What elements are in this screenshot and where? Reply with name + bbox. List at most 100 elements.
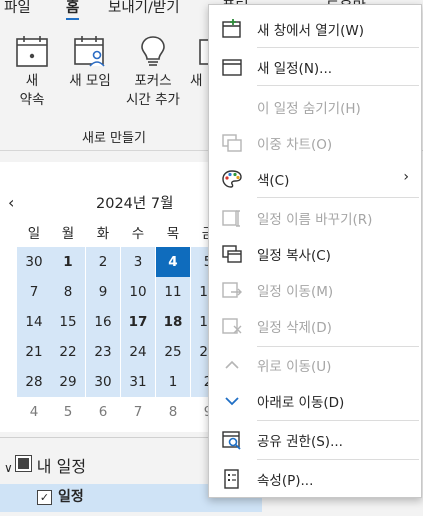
move-calendar-icon [222,282,242,298]
context-menu: 새 창에서 열기(W) 새 일정(N)... 이 일정 숨기기(H) 이중 차트… [208,4,422,498]
calendar-day-next-month[interactable]: 5 [51,397,85,427]
menu-new-calendar[interactable]: 새 일정(N)... [209,52,421,82]
calendar-icon [222,59,242,76]
menu-label: 공유 권한(S)... [257,434,343,450]
calendar-day[interactable]: 30 [86,367,120,397]
calendar-day-next-month[interactable]: 7 [121,397,155,427]
new-window-icon [222,19,241,38]
tab-home[interactable]: 홈 [66,0,80,20]
collapse-chevron-icon[interactable]: ∨ [4,461,13,475]
menu-separator [257,197,419,198]
chevron-up-icon [225,360,239,369]
menu-label: 일정 이동(M) [257,284,334,300]
weekday-label: 수 [131,226,145,242]
share-permissions-icon [222,431,241,450]
overlay-calendar-icon [222,134,242,152]
menu-separator [257,459,419,460]
my-calendars-label: 내 일정 [36,457,87,476]
calendar-day[interactable]: 1 [51,247,85,277]
copy-calendar-icon [222,245,242,263]
partial-button-label: 새 [190,73,203,89]
calendar-day[interactable]: 30 [17,247,51,277]
calendar-day-next-month[interactable]: 8 [156,397,190,427]
group-checkbox-icon[interactable] [14,455,32,472]
properties-icon [224,469,239,489]
calendar-day[interactable]: 2 [86,247,120,277]
menu-label: 일정 이름 바꾸기(R) [257,212,373,228]
rename-icon [222,210,240,227]
tab-send-receive[interactable]: 보내기/받기 [108,0,180,17]
calendar-day[interactable]: 29 [51,367,85,397]
new-appointment-button[interactable]: 새 약속 [8,34,56,110]
menu-color[interactable]: 색(C) › [209,164,421,194]
calendar-day[interactable]: 15 [51,307,85,337]
menu-delete-calendar[interactable]: 일정 삭제(D) [209,311,421,341]
calendar-day[interactable]: 10 [121,277,155,307]
new-meeting-button[interactable]: 새 모임 [62,34,118,91]
my-calendars-header[interactable]: ∨ 내 일정 [4,453,86,477]
lightbulb-icon [141,36,165,66]
calendar-day[interactable]: 24 [121,337,155,367]
calendar-day[interactable]: 22 [51,337,85,367]
menu-label: 일정 복사(C) [257,248,331,264]
palette-icon [222,170,242,188]
menu-separator [257,346,419,347]
calendar-day-next-month[interactable]: 6 [86,397,120,427]
menu-overlay[interactable]: 이중 차트(O) [209,128,421,158]
menu-label: 새 창에서 열기(W) [257,23,364,39]
menu-label: 색(C) [257,173,290,189]
calendar-people-icon [74,36,105,67]
menu-hide-calendar[interactable]: 이 일정 숨기기(H) [209,92,421,122]
calendar-day[interactable]: 23 [86,337,120,367]
calendar-day[interactable]: 9 [86,277,120,307]
ribbon-group-label: 새로 만들기 [82,131,146,146]
add-focus-time-line2: 시간 추가 [126,92,180,108]
menu-label: 일정 삭제(D) [257,320,332,336]
chevron-down-icon [225,397,239,406]
add-focus-time-line1: 포커스 [134,73,172,89]
calendar-day[interactable]: 3 [121,247,155,277]
calendar-day-next-month[interactable]: 4 [17,397,51,427]
calendar-day[interactable]: 18 [156,307,190,337]
menu-label: 새 일정(N)... [257,61,333,77]
menu-copy-calendar[interactable]: 일정 복사(C) [209,239,421,269]
menu-move-down[interactable]: 아래로 이동(D) [209,386,421,416]
calendar-day[interactable]: 1 [156,367,190,397]
calendar-day[interactable]: 31 [121,367,155,397]
weekday-label: 월 [61,226,75,242]
partial-icon [199,39,210,65]
prev-month-button[interactable]: ‹ [8,193,14,212]
submenu-arrow-icon: › [403,169,409,185]
add-focus-time-button[interactable]: 포커스 시간 추가 [118,34,188,110]
calendar-day-today[interactable]: 4 [156,247,190,277]
calendar-item-label: 일정 [58,489,84,505]
tab-file[interactable]: 파일 [4,0,31,17]
new-appointment-line1: 새 [25,73,39,89]
calendar-day[interactable]: 16 [86,307,120,337]
calendar-day[interactable]: 7 [17,277,51,307]
menu-properties[interactable]: 속성(P)... [209,464,421,494]
menu-open-new-window[interactable]: 새 창에서 열기(W) [209,14,421,44]
menu-separator [257,420,419,421]
weekday-label: 목 [166,226,180,242]
month-title: 2024년 7월 [96,196,174,212]
menu-move-calendar[interactable]: 일정 이동(M) [209,275,421,305]
menu-separator [257,85,419,86]
calendar-day[interactable]: 21 [17,337,51,367]
calendar-day[interactable]: 17 [121,307,155,337]
menu-rename-calendar[interactable]: 일정 이름 바꾸기(R) [209,203,421,233]
calendar-dot-icon [16,36,48,67]
delete-calendar-icon [222,318,242,334]
calendar-checkbox[interactable]: ✓ [37,490,52,505]
menu-label: 이중 차트(O) [257,137,333,153]
calendar-day[interactable]: 25 [156,337,190,367]
calendar-day[interactable]: 8 [51,277,85,307]
menu-share-permissions[interactable]: 공유 권한(S)... [209,425,421,455]
weekday-label: 일 [27,226,41,242]
calendar-day[interactable]: 14 [17,307,51,337]
calendar-day[interactable]: 11 [156,277,190,307]
calendar-day[interactable]: 28 [17,367,51,397]
partial-ribbon-button[interactable]: 새 [190,34,210,91]
menu-separator [257,47,419,48]
menu-move-up[interactable]: 위로 이동(U) [209,350,421,380]
